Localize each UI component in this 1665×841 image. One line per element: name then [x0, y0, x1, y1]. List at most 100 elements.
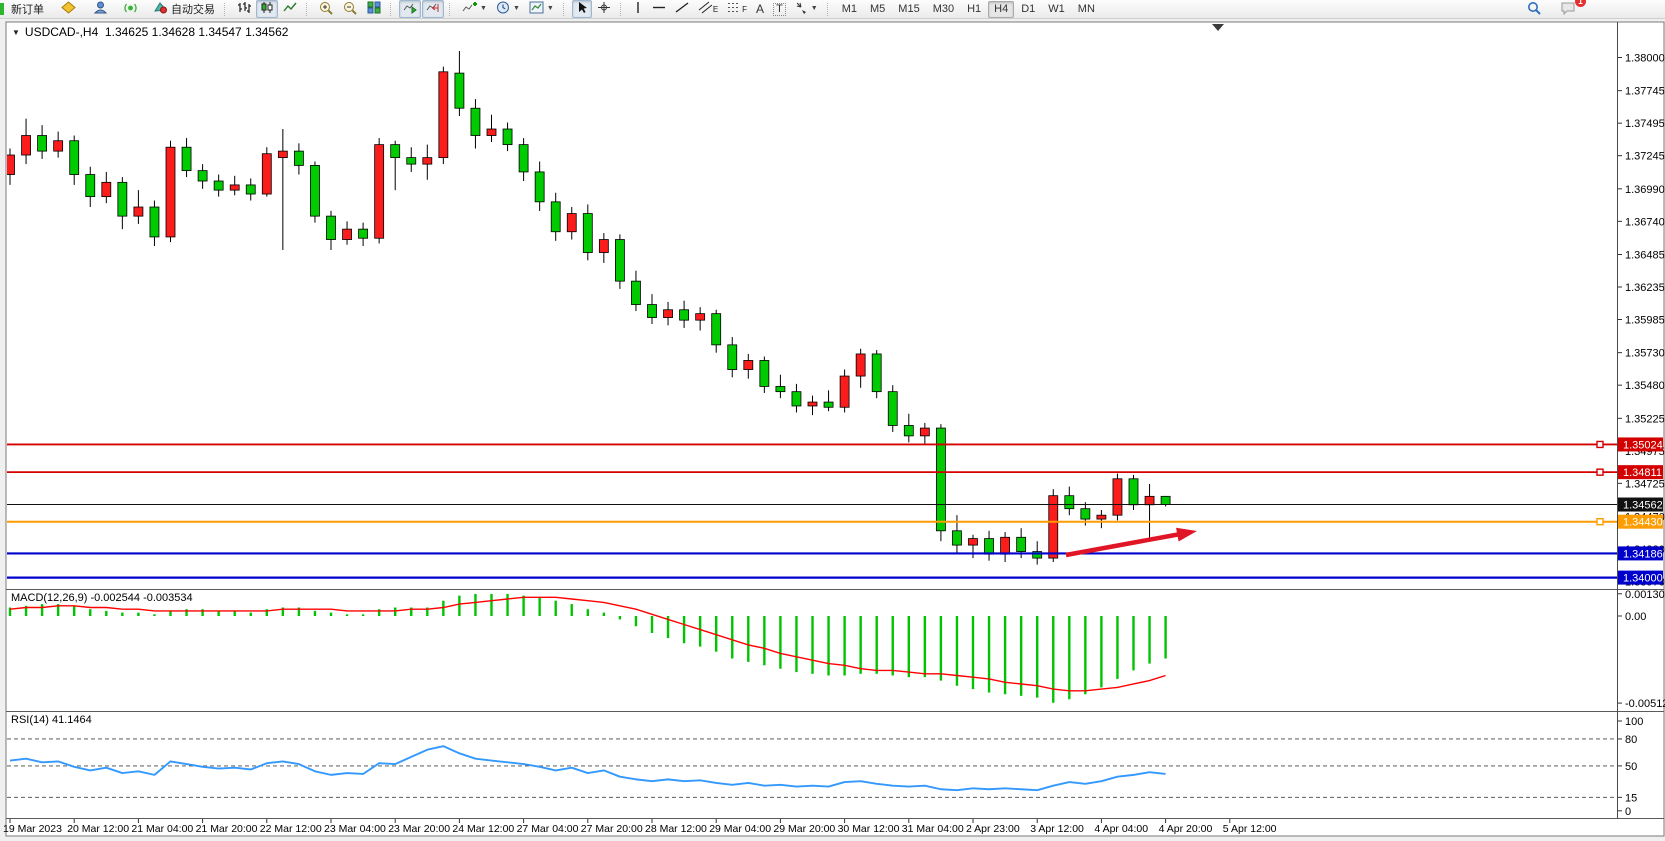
tile-windows-button[interactable] — [363, 0, 385, 18]
timeframe-button-M1[interactable]: M1 — [836, 1, 863, 18]
line-drag-handle[interactable] — [1597, 469, 1603, 475]
clipped-icon — [0, 3, 4, 15]
signals-button[interactable] — [119, 0, 142, 18]
text-tool-icon: A — [756, 2, 764, 16]
timeframe-button-D1[interactable]: D1 — [1015, 1, 1041, 18]
timeframe-button-MN[interactable]: MN — [1072, 1, 1101, 18]
auto-trading-button[interactable]: 自动交易 — [149, 0, 219, 18]
notifications-button[interactable]: 1 — [1556, 0, 1580, 18]
candle-body — [22, 136, 31, 156]
candle-body — [776, 386, 785, 391]
timeframe-button-M15[interactable]: M15 — [892, 1, 925, 18]
candle-body — [664, 310, 673, 318]
autotrade-icon — [153, 1, 168, 17]
date-tick-label: 19 Mar 2023 — [3, 823, 62, 835]
cursor-tool-button[interactable] — [572, 0, 592, 18]
clock-icon — [496, 1, 510, 17]
text-tool[interactable]: A — [752, 0, 768, 18]
indicators-button[interactable]: ▼ — [458, 0, 491, 18]
macd-indicator-label: MACD(12,26,9) -0.002544 -0.003534 — [11, 592, 193, 604]
date-tick-label: 4 Apr 04:00 — [1094, 823, 1148, 835]
candle-body — [969, 539, 978, 546]
candle-body — [519, 145, 528, 172]
candle-body — [985, 539, 994, 555]
periods-button[interactable]: ▼ — [492, 0, 524, 18]
timeframe-button-M30[interactable]: M30 — [927, 1, 960, 18]
candle-body — [86, 175, 95, 197]
toolbar-separator — [563, 3, 568, 16]
price-line-label: 1.35024 — [1623, 439, 1663, 451]
arrows-icon — [795, 1, 808, 17]
channel-tool[interactable]: E — [694, 0, 722, 18]
toolbar-separator — [390, 3, 395, 16]
rsi-level-label: 80 — [1625, 734, 1637, 746]
auto-trading-label: 自动交易 — [171, 1, 215, 17]
candle-body — [407, 158, 416, 165]
price-line-label: 1.34000 — [1623, 573, 1663, 585]
zoom-in-button[interactable] — [315, 0, 338, 18]
chart-canvas[interactable]: 1.380001.377451.374951.372451.369901.367… — [0, 18, 1665, 841]
timeframe-button-M5[interactable]: M5 — [864, 1, 891, 18]
date-tick-label: 27 Mar 20:00 — [581, 823, 643, 835]
gold-button[interactable] — [57, 0, 80, 18]
candle-body — [246, 185, 255, 194]
templates-button[interactable]: ▼ — [525, 0, 558, 18]
date-tick-label: 5 Apr 12:00 — [1223, 823, 1277, 835]
candle-body — [1081, 509, 1090, 519]
candle-body — [599, 240, 608, 253]
chart-shift-icon — [426, 1, 440, 17]
candle-body — [535, 172, 544, 202]
fibonacci-tool[interactable]: F — [723, 0, 751, 18]
candle-body — [487, 129, 496, 136]
candle-body — [118, 182, 127, 216]
price-tick-label: 1.36990 — [1625, 184, 1665, 196]
zoom-out-button[interactable] — [339, 0, 362, 18]
timeframe-button-H4[interactable]: H4 — [988, 1, 1014, 18]
candle-body — [1113, 479, 1122, 515]
timeframe-button-W1[interactable]: W1 — [1042, 1, 1071, 18]
crosshair-tool-button[interactable] — [593, 0, 615, 18]
horizontal-line-tool[interactable] — [648, 0, 670, 18]
person-icon — [93, 1, 108, 17]
date-tick-label: 21 Mar 04:00 — [131, 823, 193, 835]
candle-body — [1097, 515, 1106, 519]
search-button[interactable] — [1523, 0, 1546, 18]
line-drag-handle[interactable] — [1597, 441, 1603, 447]
candle-body — [1049, 496, 1058, 558]
candle-body — [471, 108, 480, 135]
macd-tick-label: -0.005123 — [1625, 698, 1665, 710]
date-tick-label: 22 Mar 12:00 — [260, 823, 322, 835]
new-order-button[interactable]: 新订单 — [7, 0, 48, 18]
community-button[interactable] — [89, 0, 112, 18]
rsi-level-label: 100 — [1625, 716, 1643, 728]
line-drag-handle[interactable] — [1597, 519, 1603, 525]
label-tool-icon: T — [773, 3, 786, 16]
candle-body — [278, 151, 287, 158]
chart-candles-button[interactable] — [256, 0, 278, 18]
timeframe-button-H1[interactable]: H1 — [961, 1, 987, 18]
candle-body — [760, 360, 769, 386]
rsi-level-label: 15 — [1625, 792, 1637, 804]
candle-body — [375, 145, 384, 239]
candle-body — [359, 229, 368, 238]
chart-shift-button[interactable] — [422, 0, 444, 18]
candle-body — [936, 428, 945, 531]
candle-body — [615, 240, 624, 282]
chart-bars-button[interactable] — [233, 0, 255, 18]
label-tool[interactable]: T — [769, 0, 790, 18]
chart-expand-icon[interactable]: ▼ — [12, 28, 20, 37]
vertical-line-tool[interactable] — [629, 0, 647, 18]
candle-body — [904, 425, 913, 435]
price-tick-label: 1.35730 — [1625, 348, 1665, 360]
cursor-icon — [576, 1, 588, 17]
chart-line-button[interactable] — [279, 0, 301, 18]
chevron-down-icon: ▼ — [811, 5, 818, 13]
trendline-tool[interactable] — [671, 0, 693, 18]
arrows-tool[interactable]: ▼ — [791, 0, 822, 18]
auto-scroll-button[interactable] — [399, 0, 421, 18]
date-tick-label: 23 Mar 04:00 — [324, 823, 386, 835]
date-tick-label: 27 Mar 04:00 — [517, 823, 579, 835]
candle-body — [327, 216, 336, 239]
candle-body — [728, 345, 737, 370]
toolbar-right-group: 1 — [1523, 0, 1580, 18]
